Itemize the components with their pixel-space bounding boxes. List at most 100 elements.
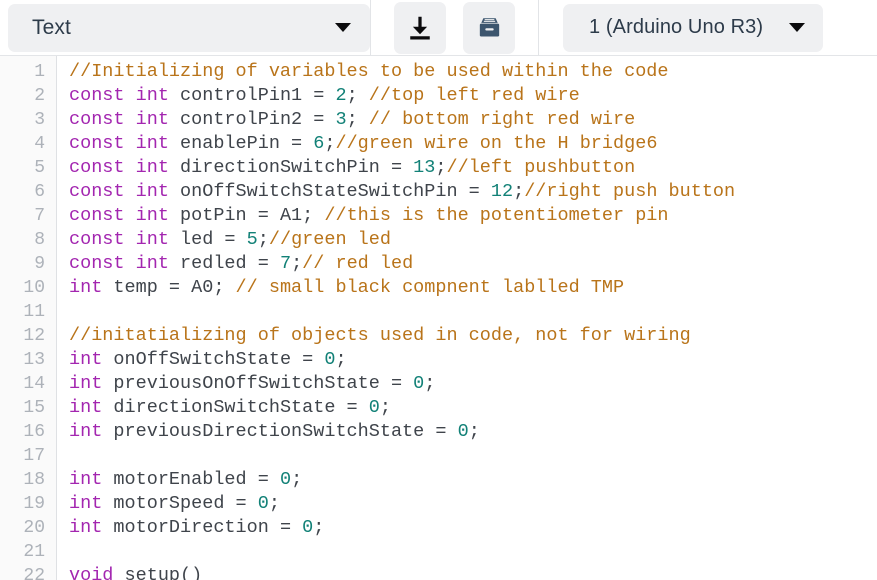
code-line: //initatializing of objects used in code… (69, 324, 877, 348)
token-num: 0 (457, 421, 469, 442)
token-key: const int (69, 85, 169, 106)
line-number: 18 (23, 470, 45, 490)
token-num: 7 (279, 253, 292, 274)
token-id: directionSwitchPin = (168, 157, 414, 178)
board-selector-dropdown[interactable]: 1 (Arduino Uno R3) (563, 3, 824, 52)
token-key: int (69, 397, 103, 418)
code-line: int temp = A0; // small black compnent l… (69, 276, 877, 300)
code-line: void setup() (69, 564, 877, 580)
line-number: 11 (23, 302, 45, 322)
code-line: const int controlPin2 = 3; // bottom rig… (69, 108, 877, 132)
token-key: int (69, 493, 103, 514)
token-id: directionSwitchState = (102, 397, 369, 418)
token-com: // red led (302, 253, 414, 274)
token-punc: ; (424, 373, 436, 394)
token-id: motorSpeed = (102, 493, 258, 514)
type-selector-value: Text (32, 15, 71, 39)
token-num: 0 (279, 469, 292, 490)
code-editor[interactable]: 1 2 3 4 5 6 7 8 9 10 11 12 13 14 15 16 17 18 19 20 21 22 //In… (0, 56, 877, 580)
line-number: 6 (34, 182, 45, 202)
token-key: int (69, 277, 103, 298)
download-icon (405, 13, 435, 43)
token-com: //initatializing of objects used in code… (69, 325, 691, 346)
line-number-gutter: 1 2 3 4 5 6 7 8 9 10 11 12 13 14 15 16 17 18 19 20 21 22 (0, 56, 57, 580)
token-id: temp = A0; (102, 277, 236, 298)
token-com: //Initializing of variables to be used w… (69, 61, 669, 82)
token-id: previousDirectionSwitchState = (102, 421, 458, 442)
code-line: int previousDirectionSwitchState = 0; (69, 420, 877, 444)
line-number: 16 (23, 422, 45, 442)
token-id: controlPin2 = (168, 109, 336, 130)
token-punc: ; (379, 397, 391, 418)
archive-button[interactable] (463, 1, 515, 54)
code-line: int motorDirection = 0; (69, 516, 877, 540)
token-key: int (69, 373, 103, 394)
toolbar-group-type: Text (0, 0, 370, 55)
token-num: 6 (313, 133, 325, 154)
token-punc: ; (313, 517, 325, 538)
token-id: motorDirection = (102, 517, 303, 538)
line-number: 5 (34, 158, 45, 178)
line-number: 21 (23, 542, 45, 562)
token-punc: ; (346, 109, 369, 130)
archive-box-icon (475, 13, 504, 42)
token-id: motorEnabled = (102, 469, 280, 490)
toolbar-group-board: 1 (Arduino Uno R3) (539, 0, 824, 55)
line-number: 14 (23, 374, 45, 394)
line-number: 20 (23, 518, 45, 538)
token-id: setup() (113, 565, 203, 580)
line-number: 13 (23, 350, 45, 370)
download-button[interactable] (394, 1, 446, 54)
token-key: const int (69, 229, 169, 250)
token-punc: ; (435, 157, 447, 178)
code-line: const int controlPin1 = 2; //top left re… (69, 84, 877, 108)
token-num: 0 (302, 517, 314, 538)
chevron-down-icon (335, 23, 351, 32)
line-number: 22 (23, 566, 45, 580)
code-line: const int potPin = A1; //this is the pot… (69, 204, 877, 228)
board-selector-value: 1 (Arduino Uno R3) (589, 16, 764, 38)
token-num: 5 (246, 229, 258, 250)
token-num: 13 (413, 157, 436, 178)
code-content[interactable]: //Initializing of variables to be used w… (57, 56, 877, 580)
token-punc: ; (257, 229, 269, 250)
code-line: const int redled = 7;// red led (69, 252, 877, 276)
token-key: int (69, 421, 103, 442)
toolbar: Text 1 (Arduino Uno R3) (0, 0, 877, 56)
line-number: 4 (34, 134, 45, 154)
token-num: 0 (413, 373, 425, 394)
code-line: int directionSwitchState = 0; (69, 396, 877, 420)
line-number: 10 (23, 278, 45, 298)
token-num: 0 (324, 349, 336, 370)
code-line: int motorSpeed = 0; (69, 492, 877, 516)
token-com: // small black compnent lablled TMP (235, 277, 625, 298)
token-id: redled = (168, 253, 280, 274)
chevron-down-icon (789, 23, 806, 32)
toolbar-group-actions (371, 0, 515, 55)
token-key: int (69, 469, 103, 490)
token-punc: ; (291, 253, 303, 274)
token-com: //green led (268, 229, 391, 250)
token-id: previousOnOffSwitchState = (102, 373, 414, 394)
token-punc: ; (291, 469, 303, 490)
token-punc: ; (346, 85, 369, 106)
token-num: 0 (257, 493, 269, 514)
type-selector-dropdown[interactable]: Text (8, 3, 370, 52)
token-id: enablePin = (168, 133, 314, 154)
token-key: const int (69, 109, 169, 130)
token-key: int (69, 517, 103, 538)
token-com: //top left red wire (368, 85, 580, 106)
token-id: potPin = A1; (168, 205, 325, 226)
token-key: const int (69, 133, 169, 154)
code-line: int onOffSwitchState = 0; (69, 348, 877, 372)
token-key: const int (69, 253, 169, 274)
token-com: //left pushbutton (446, 157, 636, 178)
token-punc: ; (268, 493, 280, 514)
code-line: int previousOnOffSwitchState = 0; (69, 372, 877, 396)
token-com: //green wire on the H bridge6 (335, 133, 658, 154)
line-number: 3 (34, 110, 45, 130)
code-line: const int onOffSwitchStateSwitchPin = 12… (69, 180, 877, 204)
